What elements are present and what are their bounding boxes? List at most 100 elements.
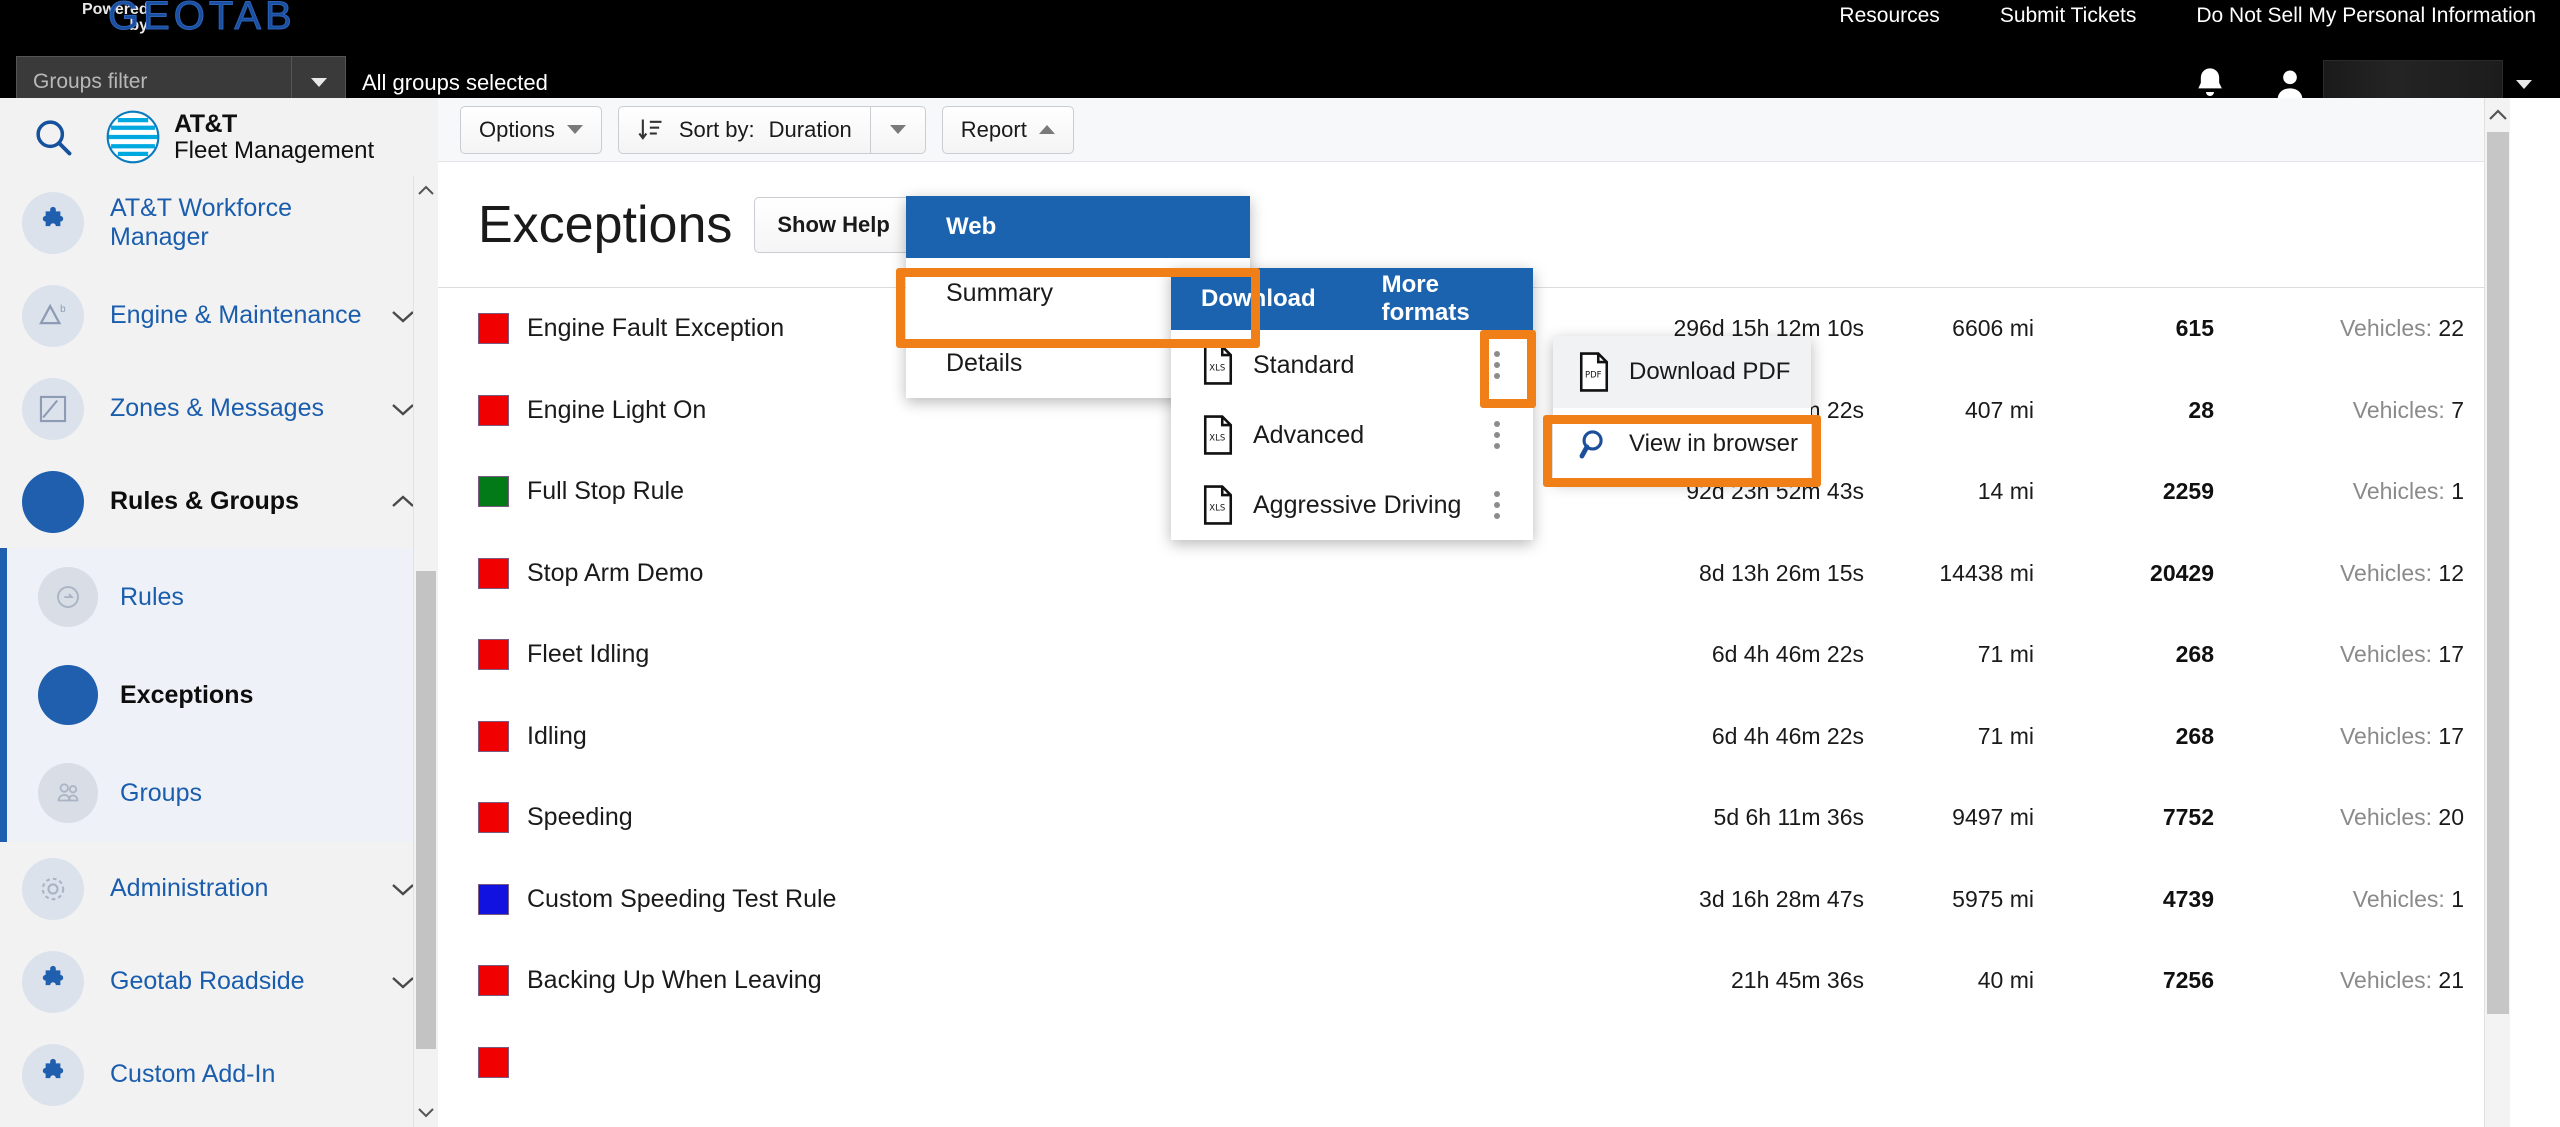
vehicles-count: Vehicles: 20 [2214,804,2464,831]
sidebar-item-administration[interactable]: Administration [0,842,438,935]
sidebar-item-zones-messages[interactable]: Zones & Messages [0,362,438,455]
table-row[interactable]: Speeding 5d 6h 11m 36s 9497 mi 7752 Vehicles… [438,777,2510,859]
sidebar-subitem-label: Rules [120,582,184,611]
chevron-down-icon [889,125,906,134]
sidebar-item-engine-maintenance[interactable]: b Engine & Maintenance [0,269,438,362]
sidebar-scroll-thumb[interactable] [416,571,436,1049]
link-do-not-sell[interactable]: Do Not Sell My Personal Information [2196,4,2536,28]
rule-name: Custom Speeding Test Rule [527,884,837,913]
user-menu-toggle[interactable] [2516,80,2532,89]
distance-value: 9497 mi [1952,804,2034,831]
xls-file-icon: XLS [1203,415,1233,455]
app-root: Powered by GEOTAB Resources Submit Ticke… [0,0,2560,1127]
sort-by-dropdown-toggle[interactable] [869,105,926,154]
sidebar-item-custom-add-in[interactable]: Custom Add-In [0,1028,438,1121]
distance-value: 14438 mi [1939,559,2034,586]
format-item-aggressive-driving[interactable]: XLS Aggressive Driving [1171,470,1533,540]
sidebar-subitem-label: Groups [120,778,202,807]
report-menu-web-item[interactable]: Web [906,196,1250,258]
advanced-kebab-menu-icon[interactable] [1479,421,1515,449]
rule-color-swatch [478,720,509,752]
table-row[interactable]: Stop Arm Demo 8d 13h 26m 15s 14438 mi 20429… [438,533,2510,615]
vehicles-count: Vehicles: 21 [2214,967,2464,994]
aggressive-driving-kebab-menu-icon[interactable] [1479,491,1515,519]
sort-by-control: Sort by: Duration [617,105,926,154]
sort-by-button[interactable]: Sort by: Duration [617,105,870,154]
options-button[interactable]: Options [460,105,602,154]
xls-file-icon: XLS [1203,345,1233,385]
vehicles-label: Vehicles: [2339,722,2439,749]
sidebar-item-groups[interactable]: Groups [0,744,438,842]
table-row-partial[interactable] [438,1022,2510,1104]
sidebar-item-rules-groups[interactable]: Rules & Groups [0,455,438,548]
link-resources[interactable]: Resources [1839,4,1939,28]
main-scrollbar[interactable] [2484,98,2510,1127]
sort-by-value: Duration [768,116,852,142]
exception-count: 2259 [2162,478,2214,505]
vehicles-value: 17 [2438,722,2464,749]
rule-icon [38,567,98,627]
table-row[interactable]: Backing Up When Leaving 21h 45m 36s 40 mi 7… [438,940,2510,1022]
svg-text:XLS: XLS [1209,364,1225,374]
scroll-up-icon[interactable] [414,176,438,206]
distance-value: 40 mi [1977,967,2034,994]
format-item-advanced[interactable]: XLS Advanced [1171,400,1533,470]
rule-name: Stop Arm Demo [527,558,704,587]
sidebar-item-label: Administration [110,874,269,902]
top-links: Resources Submit Tickets Do Not Sell My … [1839,0,2536,32]
show-help-button[interactable]: Show Help [754,196,913,253]
scroll-down-icon[interactable] [414,1097,438,1127]
rule-name: Idling [527,721,587,750]
view-in-browser-item[interactable]: View in browser [1553,408,1811,480]
format-item-standard[interactable]: XLS Standard [1171,330,1533,400]
standard-kebab-menu-icon[interactable] [1479,351,1515,379]
distance-value: 14 mi [1977,478,2034,505]
vehicles-count: Vehicles: 22 [2214,315,2464,342]
sidebar-item-label: Rules & Groups [110,487,299,515]
sidebar-item-workforce-manager[interactable]: AT&T Workforce Manager [0,176,438,269]
scroll-up-icon[interactable] [2485,98,2511,132]
sidebar-item-exceptions[interactable]: Exceptions [0,646,438,744]
download-pdf-item[interactable]: PDF Download PDF [1553,336,1811,408]
sidebar-search-button[interactable] [0,115,106,159]
rule-color-swatch [478,557,509,589]
vehicles-value: 22 [2438,315,2464,342]
distance-value: 407 mi [1964,396,2034,423]
table-row[interactable]: Custom Speeding Test Rule 3d 16h 28m 47s 5… [438,859,2510,941]
exception-count: 268 [2175,641,2214,668]
groups-filter-input[interactable]: Groups filter [17,70,291,94]
sidebar-item-label: Zones & Messages [110,394,324,422]
exception-count: 4739 [2162,885,2214,912]
menu-item-label: Web [946,213,997,240]
puzzle-icon [22,1043,84,1106]
rule-color-swatch [478,394,509,426]
menu-item-label: Details [946,348,1023,377]
vehicles-label: Vehicles: [2339,315,2439,342]
more-formats-column-header[interactable]: More formats [1382,271,1507,327]
table-row[interactable]: Idling 6d 4h 46m 22s 71 mi 268 Vehicles: 17 [438,696,2510,778]
options-label: Options [479,116,555,142]
link-submit-tickets[interactable]: Submit Tickets [2000,4,2137,28]
sidebar-item-rules[interactable]: Rules [0,548,438,646]
page-title: Exceptions [478,195,733,254]
vehicles-label: Vehicles: [2339,641,2439,668]
duration-value: 6d 4h 46m 22s [1711,722,1864,749]
rule-name: Speeding [527,803,633,832]
main-scroll-thumb[interactable] [2487,132,2509,1014]
table-row[interactable]: Fleet Idling 6d 4h 46m 22s 71 mi 268 Vehicle… [438,614,2510,696]
puzzle-icon [22,191,84,254]
sidebar-item-label: AT&T Workforce Manager [110,193,292,251]
rule-color-swatch [478,965,509,997]
pdf-options-menu: PDF Download PDF View in browser [1553,336,1811,480]
sidebar-scrollbar[interactable] [413,176,437,1127]
report-button[interactable]: Report [941,105,1074,154]
sidebar-item-geotab-roadside[interactable]: Geotab Roadside [0,935,438,1028]
vehicles-count: Vehicles: 17 [2214,641,2464,668]
exception-icon [38,665,98,725]
vehicles-count: Vehicles: 1 [2214,478,2464,505]
sidebar-item-label: Geotab Roadside [110,967,305,995]
format-submenu-header: Download More formats [1171,268,1533,330]
engine-warning-icon: b [22,284,84,347]
content-toolbar: Options Sort by: Duration Report [438,98,2510,162]
chevron-up-icon [1038,125,1055,134]
